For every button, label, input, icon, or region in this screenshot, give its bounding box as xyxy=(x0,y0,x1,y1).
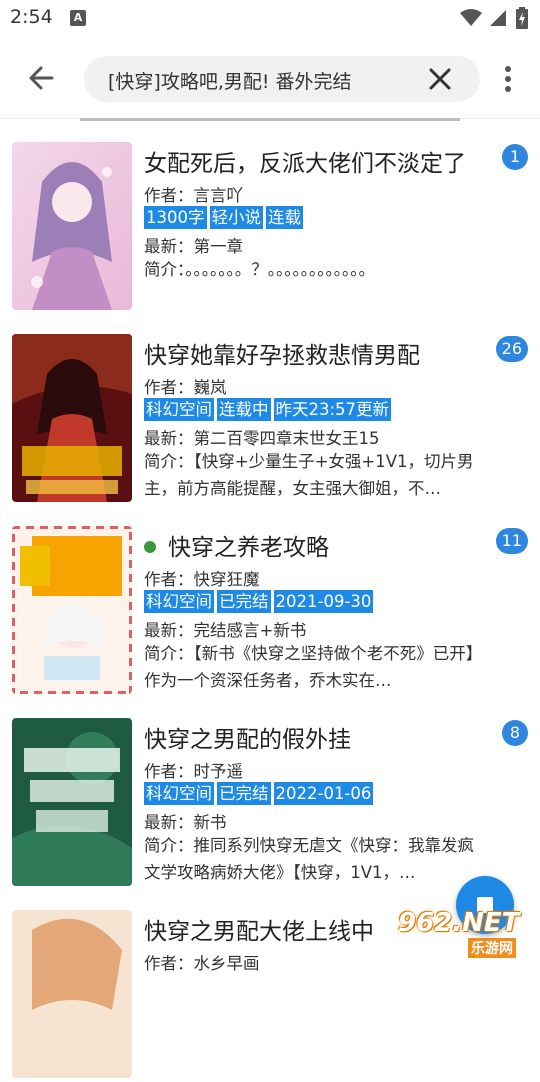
book-intro: 简介：推同系列快穿无虐文《快穿：我靠发疯文学攻略病娇大佬》【快穿，1V1，… xyxy=(144,836,474,882)
tag: 科幻空间 xyxy=(144,590,214,613)
list-item[interactable]: 女配死后，反派大佬们不淡定了 1 作者：言言吖 1300字 轻小说 连载 最新：第一… xyxy=(0,122,540,314)
tag: 已完结 xyxy=(217,590,271,613)
book-latest-chapter: 最新：完结感言+新书 xyxy=(144,621,307,640)
book-tags: 科幻空间 连载中 昨天23:57更新 xyxy=(144,398,394,421)
new-update-dot xyxy=(144,540,156,553)
book-author: 作者：时予遥 xyxy=(144,762,243,781)
book-title: 快穿之男配大佬上线中 xyxy=(144,919,374,945)
book-author: 作者：水乡早画 xyxy=(144,954,260,973)
watermark-sub: 乐游网 xyxy=(468,938,516,958)
book-title: 快穿之养老攻略 xyxy=(144,528,329,562)
battery-icon xyxy=(516,7,528,29)
watermark-logo: 962.NET 乐游网 xyxy=(398,908,538,960)
book-author: 作者：言言吖 xyxy=(144,186,243,205)
book-cover xyxy=(12,142,132,310)
book-cover xyxy=(12,718,132,886)
book-intro: 简介：。。。。。。。？。。。。。。。。。。。。 xyxy=(144,260,375,279)
more-vert-icon[interactable] xyxy=(496,64,520,94)
tag: 2022-01-06 xyxy=(273,782,374,805)
watermark-main: 962.NET xyxy=(398,908,520,938)
notification-icon: A xyxy=(70,10,86,26)
update-count-badge: 11 xyxy=(495,528,528,554)
book-intro: 简介：【快穿+少量生子+女强+1V1，切片男主，前方高能提醒，女主强大御姐，不… xyxy=(144,452,474,498)
scroll-indicator xyxy=(80,118,460,121)
update-count-badge: 1 xyxy=(502,144,528,170)
list-item[interactable]: 快穿之男配的假外挂 8 作者：时予遥 科幻空间 已完结 2022-01-06 最新：… xyxy=(0,698,540,890)
tag: 已完结 xyxy=(217,782,271,805)
book-author: 作者：巍岚 xyxy=(144,378,227,397)
book-latest-chapter: 最新：第一章 xyxy=(144,237,243,256)
book-title: 快穿之男配的假外挂 xyxy=(144,727,351,753)
close-icon[interactable] xyxy=(428,67,452,91)
book-tags: 科幻空间 已完结 2022-01-06 xyxy=(144,782,376,805)
book-intro: 简介：【新书《快穿之坚持做个老不死》已开】作为一个资深任务者，乔木实在… xyxy=(144,644,483,690)
search-toolbar: [快穿]攻略吧,男配! 番外完结 xyxy=(0,36,540,120)
update-count-badge: 26 xyxy=(495,336,528,362)
book-cover xyxy=(12,526,132,694)
tag: 科幻空间 xyxy=(144,398,214,421)
signal-icon xyxy=(490,10,506,26)
book-tags: 1300字 轻小说 连载 xyxy=(144,206,306,229)
tag: 昨天23:57更新 xyxy=(273,398,392,421)
tag: 连载 xyxy=(266,206,303,229)
tag: 科幻空间 xyxy=(144,782,214,805)
tag: 连载中 xyxy=(217,398,271,421)
status-time: 2:54 xyxy=(10,6,53,28)
tag: 1300字 xyxy=(144,206,207,229)
search-input[interactable]: [快穿]攻略吧,男配! 番外完结 xyxy=(84,56,480,102)
book-latest-chapter: 最新：新书 xyxy=(144,813,227,832)
book-title: 女配死后，反派大佬们不淡定了 xyxy=(144,151,466,177)
search-query[interactable]: [快穿]攻略吧,男配! 番外完结 xyxy=(108,67,352,94)
book-title: 快穿她靠好孕拯救悲情男配 xyxy=(144,343,420,369)
book-author: 作者：快穿狂魔 xyxy=(144,570,260,589)
book-title-text: 快穿之养老攻略 xyxy=(168,535,329,561)
tag: 轻小说 xyxy=(209,206,263,229)
tag: 2021-09-30 xyxy=(273,590,374,613)
wifi-icon xyxy=(460,9,482,26)
update-count-badge: 8 xyxy=(502,720,528,746)
list-item[interactable]: 快穿她靠好孕拯救悲情男配 26 作者：巍岚 科幻空间 连载中 昨天23:57更新 最… xyxy=(0,314,540,506)
status-bar: 2:54 A xyxy=(0,0,540,36)
book-cover xyxy=(12,910,132,1078)
book-tags: 科幻空间 已完结 2021-09-30 xyxy=(144,590,376,613)
back-arrow-icon[interactable] xyxy=(22,60,62,96)
book-cover xyxy=(12,334,132,502)
book-latest-chapter: 最新：第二百零四章末世女王15 xyxy=(144,429,380,448)
list-item[interactable]: 快穿之养老攻略 11 作者：快穿狂魔 科幻空间 已完结 2021-09-30 最新：… xyxy=(0,506,540,698)
